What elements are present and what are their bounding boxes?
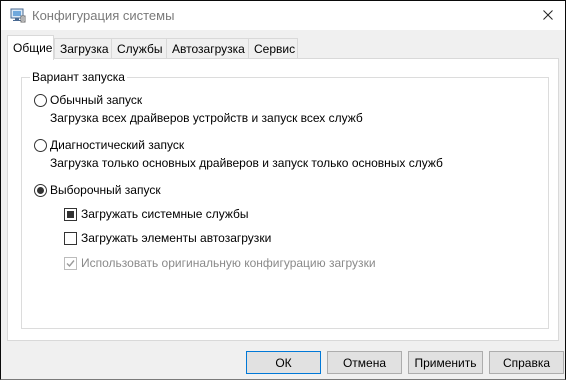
tab-general[interactable]: Общие bbox=[7, 35, 54, 60]
window-title: Конфигурация системы bbox=[32, 8, 175, 23]
cancel-button[interactable]: Отмена bbox=[327, 351, 402, 374]
normal-startup-label: Обычный запуск bbox=[50, 93, 143, 107]
load-system-services-checkbox[interactable]: Загружать системные службы bbox=[64, 207, 249, 221]
tab-startup[interactable]: Автозагрузка bbox=[166, 38, 249, 59]
selective-startup-label: Выборочный запуск bbox=[50, 183, 161, 197]
diagnostic-startup-label: Диагностический запуск bbox=[50, 138, 185, 152]
checkbox-checked-disabled bbox=[64, 256, 77, 270]
normal-startup-radio[interactable]: Обычный запуск bbox=[34, 93, 142, 107]
checkbox-unchecked[interactable] bbox=[64, 231, 77, 245]
close-icon bbox=[543, 9, 553, 23]
msconfig-icon bbox=[10, 7, 26, 23]
tab-boot[interactable]: Загрузка bbox=[54, 38, 112, 59]
checkbox-indeterminate[interactable] bbox=[64, 207, 77, 221]
help-button[interactable]: Справка bbox=[489, 351, 564, 374]
radio-button[interactable] bbox=[34, 93, 47, 107]
close-button[interactable] bbox=[531, 1, 565, 30]
title-bar[interactable]: Конфигурация системы bbox=[1, 1, 565, 30]
ok-button[interactable]: ОК bbox=[246, 351, 321, 374]
system-configuration-window: Конфигурация системы Общие Загрузка Служ… bbox=[0, 0, 566, 380]
load-startup-items-checkbox[interactable]: Загружать элементы автозагрузки bbox=[64, 231, 271, 245]
general-tab-panel: Вариант запуска Обычный запуск Загрузка … bbox=[7, 58, 559, 341]
tab-strip: Общие Загрузка Службы Автозагрузка Серви… bbox=[7, 35, 559, 60]
apply-button[interactable]: Применить bbox=[408, 351, 483, 374]
normal-startup-description: Загрузка всех драйверов устройств и запу… bbox=[50, 111, 363, 125]
group-label: Вариант запуска bbox=[30, 70, 127, 84]
radio-button[interactable] bbox=[34, 138, 47, 152]
checkmark-icon bbox=[66, 259, 75, 267]
diagnostic-startup-radio[interactable]: Диагностический запуск bbox=[34, 138, 184, 152]
use-original-boot-config-label: Использовать оригинальную конфигурацию з… bbox=[81, 256, 376, 270]
diagnostic-startup-description: Загрузка только основных драйверов и зап… bbox=[50, 156, 443, 170]
load-system-services-label: Загружать системные службы bbox=[81, 207, 249, 221]
load-startup-items-label: Загружать элементы автозагрузки bbox=[81, 231, 272, 245]
use-original-boot-config-checkbox: Использовать оригинальную конфигурацию з… bbox=[64, 256, 376, 270]
tab-services[interactable]: Службы bbox=[111, 38, 167, 59]
selective-startup-radio[interactable]: Выборочный запуск bbox=[34, 183, 161, 197]
tab-tools[interactable]: Сервис bbox=[248, 38, 298, 59]
radio-button-selected[interactable] bbox=[34, 183, 47, 197]
